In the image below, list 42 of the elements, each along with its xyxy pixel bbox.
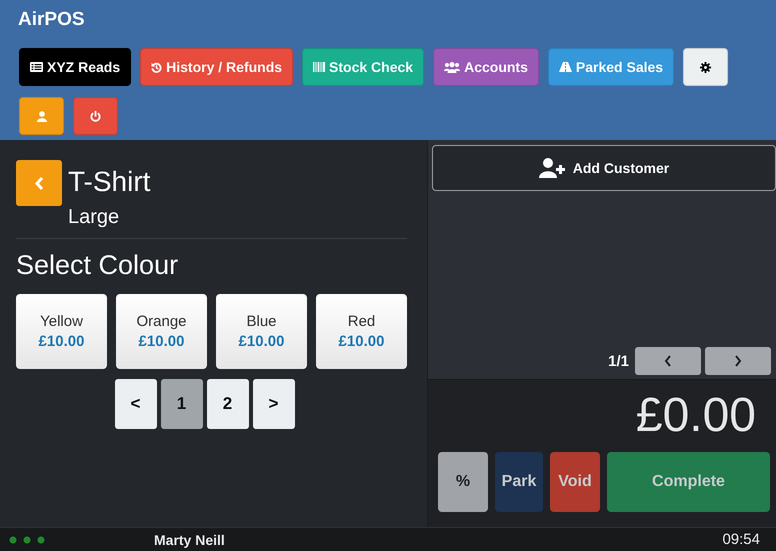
connection-status-icon — [9, 536, 45, 544]
add-user-icon — [538, 158, 565, 178]
toolbar-button[interactable]: XYZ Reads — [19, 48, 132, 86]
user-button[interactable] — [19, 97, 64, 135]
next-button[interactable] — [705, 347, 771, 375]
settings-button[interactable] — [683, 48, 728, 86]
chevron-left-icon — [664, 355, 672, 367]
app-title: AirPOS — [18, 9, 85, 31]
user-icon — [36, 110, 46, 122]
toolbar-button[interactable]: Accounts — [433, 48, 539, 86]
action-button[interactable]: Park — [495, 452, 543, 512]
previous-button[interactable] — [635, 347, 701, 375]
power-icon — [90, 110, 101, 122]
page-indicator: 1/1 — [608, 352, 629, 370]
settings-icon — [700, 62, 712, 72]
total-amount: £0.00 — [636, 392, 756, 440]
users-icon — [444, 62, 460, 72]
option-button[interactable]: Yellow £10.00 — [16, 294, 107, 369]
chevron-right-icon — [734, 355, 742, 367]
back-button[interactable] — [16, 160, 62, 206]
option-button[interactable]: Blue £10.00 — [216, 294, 307, 369]
history-icon — [151, 62, 162, 72]
user-name: Marty Neill — [154, 532, 225, 548]
section-heading: Select Colour — [16, 249, 180, 282]
power-button[interactable] — [73, 97, 118, 135]
barcode-icon — [313, 62, 326, 72]
chevron-left-icon — [34, 176, 44, 190]
product-title: T-Shirt — [68, 166, 150, 198]
page-button[interactable]: 1 — [160, 379, 202, 429]
road-icon — [558, 62, 572, 72]
action-button[interactable]: Void — [550, 452, 600, 512]
product-variant: Large — [68, 205, 120, 229]
option-button[interactable]: Red £10.00 — [316, 294, 407, 369]
page-button[interactable]: > — [252, 379, 294, 429]
list-icon — [30, 62, 43, 72]
add-customer-button[interactable]: Add Customer — [432, 145, 776, 191]
clock-time: 09:54 — [722, 531, 760, 548]
page-button[interactable]: 2 — [206, 379, 248, 429]
option-button[interactable]: Orange £10.00 — [116, 294, 207, 369]
page-button[interactable]: < — [114, 379, 156, 429]
toolbar-button[interactable]: History / Refunds — [140, 48, 294, 86]
action-button[interactable]: % — [438, 452, 488, 512]
